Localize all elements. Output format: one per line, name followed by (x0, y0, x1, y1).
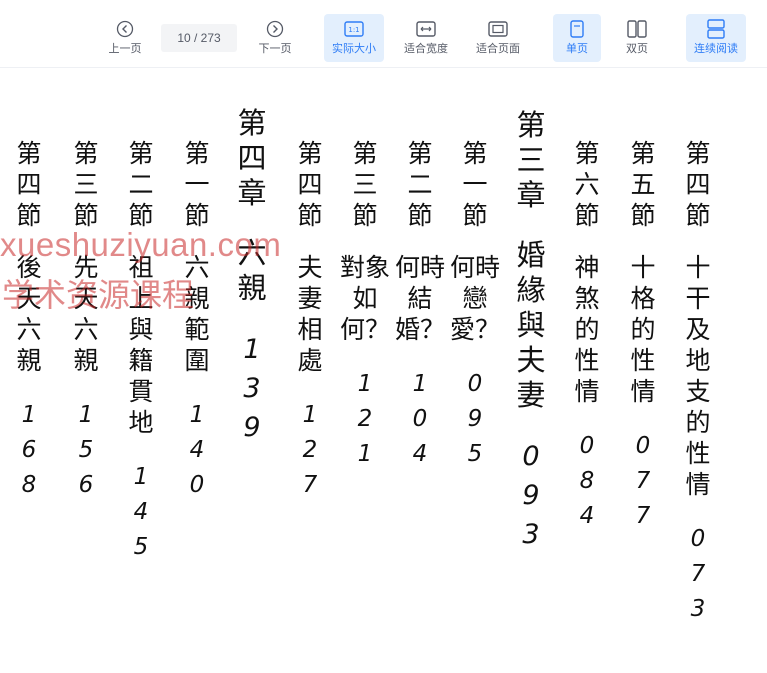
fit-width-icon (416, 18, 436, 40)
toc-entry: 第四節十干及地支的性情 073 (678, 138, 718, 627)
toc-entry-page: 139 (243, 334, 261, 444)
actual-size-icon: 1:1 (344, 18, 364, 40)
document-page: 第四節十干及地支的性情 073 第五節十格的性情 077 第六節神煞的性情 084 第三章婚… (0, 68, 767, 673)
toc-entry: 第四章六親 139 (232, 106, 272, 447)
toc-entry-text: 先天六親 (73, 253, 99, 376)
single-page-icon (570, 18, 584, 40)
toc-entry: 第一節六親範圍 140 (177, 138, 217, 503)
fit-page-icon (488, 18, 508, 40)
toc-entry-text: 婚緣與夫妻 (516, 237, 546, 412)
toc-entry: 第五節十格的性情 077 (623, 138, 663, 534)
toc-entry-title: 第六節 (574, 139, 600, 230)
actual-size-label: 实际大小 (332, 43, 376, 55)
double-page-icon (627, 18, 647, 40)
single-page-label: 单页 (566, 43, 588, 55)
toc-entry-page: 093 (522, 441, 540, 551)
continuous-reading-label: 连续阅读 (694, 43, 738, 55)
toc-entry: 第四節後天六親 168 (9, 138, 49, 503)
toc-entry-text: 神煞的性情 (574, 253, 600, 407)
toc-entry-title: 第四節 (297, 139, 323, 230)
toc-entry-page: 156 (78, 401, 94, 498)
toc-entry: 第三節對象如何？ 121 (340, 138, 391, 472)
toc-entry-page: 140 (189, 401, 205, 498)
toc-entry-text: 何時戀愛？ (450, 253, 501, 345)
fit-width-label: 适合宽度 (404, 43, 448, 55)
continuous-reading-icon (707, 18, 725, 40)
toc-entry-page: 084 (579, 432, 595, 529)
prev-page-label: 上一页 (108, 43, 142, 55)
toc-entry-page: 077 (635, 432, 651, 529)
toc-entry-title: 第四節 (685, 139, 711, 230)
chevron-left-icon (116, 18, 134, 40)
toc-entry-title: 第三節 (73, 139, 99, 230)
toc-entry-title: 第三章 (516, 108, 546, 212)
svg-text:1:1: 1:1 (348, 26, 359, 34)
continuous-reading-button[interactable]: 连续阅读 (686, 14, 746, 62)
toc-entry: 第三章婚緣與夫妻 093 (511, 108, 551, 554)
toc-entry-text: 對象如何？ (340, 253, 391, 345)
toolbar: 上一页 10 / 273 下一页 1:1 实际大小 适合宽度 适合页面 单页 双… (0, 0, 767, 68)
toc-entry-text: 祖上與籍貫地 (128, 253, 154, 438)
toc-entry-page: 121 (357, 370, 373, 467)
single-page-button[interactable]: 单页 (553, 14, 601, 62)
toc-entry-title: 第三節 (352, 139, 378, 230)
toc-entry-page: 145 (133, 463, 149, 560)
actual-size-button[interactable]: 1:1 实际大小 (324, 14, 384, 62)
fit-page-button[interactable]: 适合页面 (468, 14, 528, 62)
toc-entry-page: 095 (467, 370, 483, 467)
toc-entry: 第一節何時戀愛？ 095 (450, 138, 501, 472)
toc-entry-title: 第五節 (630, 139, 656, 230)
page-number-input[interactable]: 10 / 273 (161, 24, 237, 52)
toc-entry-title: 第二節 (407, 139, 433, 230)
toc-entry: 第六節神煞的性情 084 (567, 138, 607, 534)
toc-entry-page: 073 (690, 525, 706, 622)
toc-entry-text: 夫妻相處 (297, 253, 323, 376)
toc-entry-text: 十格的性情 (630, 253, 656, 407)
fit-page-label: 适合页面 (476, 43, 520, 55)
toc-entry-text: 何時結婚？ (395, 253, 446, 345)
toc-entry: 第四節夫妻相處 127 (290, 138, 330, 503)
toc-entry-text: 後天六親 (16, 253, 42, 376)
toc-entry-page: 168 (21, 401, 37, 498)
toc-entry-title: 第四節 (16, 139, 42, 230)
next-page-button[interactable]: 下一页 (251, 14, 299, 62)
toc-entry-title: 第四章 (237, 106, 267, 210)
toc-entry-page: 127 (302, 401, 318, 498)
double-page-button[interactable]: 双页 (613, 14, 661, 62)
toc-entry: 第三節先天六親 156 (66, 138, 106, 503)
toc-entry-title: 第一節 (184, 139, 210, 230)
toc-entry-title: 第二節 (128, 139, 154, 230)
toc-entry-text: 六親 (237, 235, 267, 305)
toc-entry: 第二節何時結婚？ 104 (395, 138, 446, 472)
double-page-label: 双页 (626, 43, 648, 55)
fit-width-button[interactable]: 适合宽度 (396, 14, 456, 62)
prev-page-button[interactable]: 上一页 (101, 14, 149, 62)
toc-entry: 第二節祖上與籍貫地 145 (121, 138, 161, 565)
toc-entry-page: 104 (412, 370, 428, 467)
next-page-label: 下一页 (258, 43, 292, 55)
toc-entry-text: 六親範圍 (184, 253, 210, 376)
toc-entry-title: 第一節 (462, 139, 488, 230)
chevron-right-icon (266, 18, 284, 40)
toc-entry-text: 十干及地支的性情 (685, 253, 711, 500)
